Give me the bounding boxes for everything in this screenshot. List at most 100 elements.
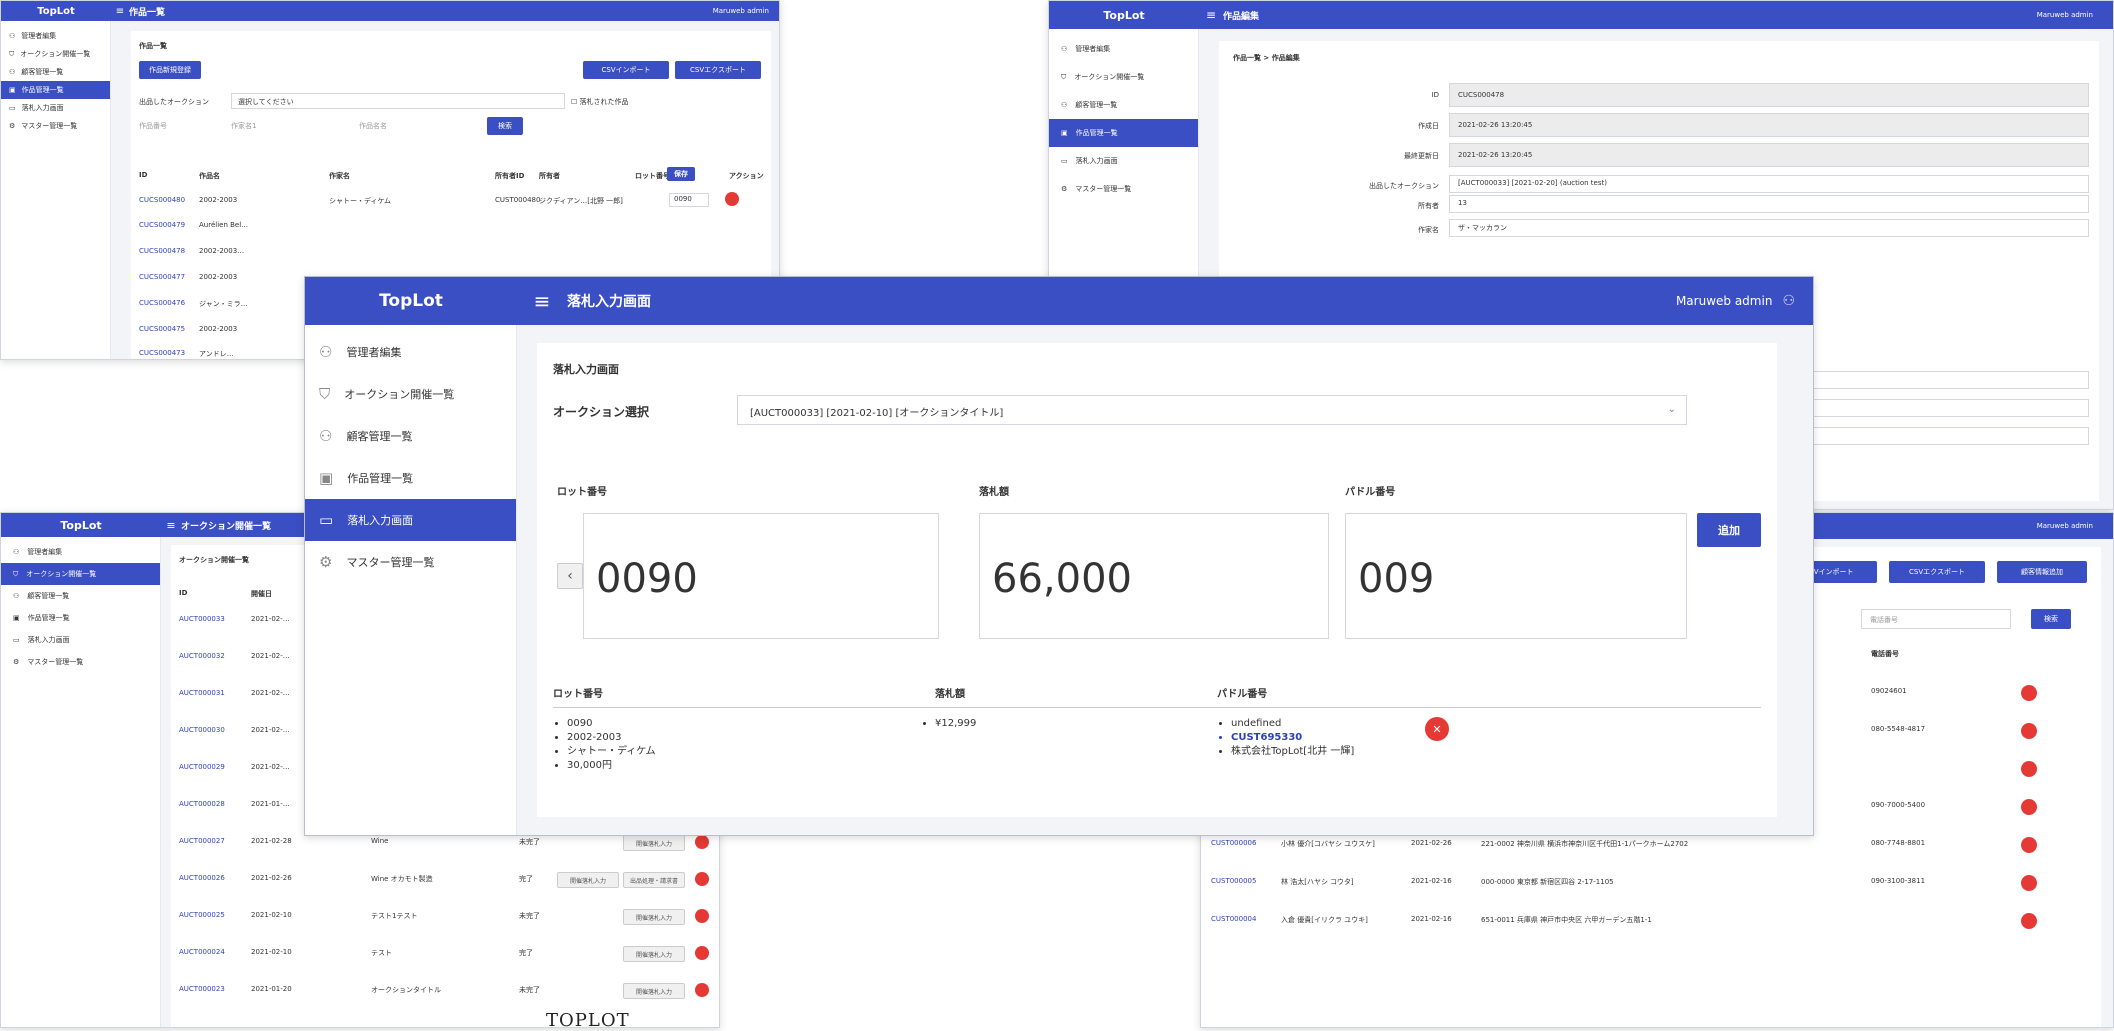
search-artist[interactable]: 作家名1 — [231, 121, 315, 131]
delete-icon[interactable] — [2021, 875, 2037, 891]
table-row[interactable]: CUCS000478 — [139, 247, 185, 255]
delete-icon[interactable] — [695, 835, 709, 849]
table-row[interactable]: CUCS000479 — [139, 221, 185, 229]
table-row[interactable]: AUCT000027 2021-02-28 Wine 未完了 開催落札入力 — [179, 835, 719, 851]
sidebar-item-customers[interactable]: ⚇ 顧客管理一覧 — [1, 63, 110, 81]
user-name[interactable]: Maruweb admin — [2037, 522, 2093, 530]
sidebar-item-items[interactable]: ▣ 作品管理一覧 — [305, 457, 516, 499]
auction-id-link[interactable]: AUCT000024 — [179, 948, 225, 956]
delete-icon[interactable] — [695, 946, 709, 960]
sidebar-item-admin[interactable]: ⚇ 管理者編集 — [305, 331, 516, 373]
auction-select[interactable]: [AUCT000033] [2021-02-10] [オークションタイトル] ⌄ — [737, 395, 1687, 425]
search-item-name[interactable]: 作品名名 — [359, 121, 443, 131]
delete-icon[interactable] — [725, 192, 739, 206]
prev-lot-button[interactable]: ‹ — [557, 563, 583, 589]
delete-icon[interactable] — [2021, 685, 2037, 701]
item-id-link[interactable]: CUCS000480 — [139, 196, 185, 204]
table-row[interactable]: CUCS000475 — [139, 325, 185, 333]
lot-number-input[interactable]: 0090 — [583, 513, 939, 639]
table-row[interactable]: CUST000005 林 浩太[ハヤシ コウタ] 2021-02-16 000-000… — [1201, 875, 2101, 893]
add-customer-button[interactable]: 顧客情報追加 — [1997, 561, 2087, 583]
delete-icon[interactable] — [2021, 799, 2037, 815]
customer-link[interactable]: CUST695330 — [1231, 731, 1354, 745]
action-button[interactable]: 開催落札入力 — [623, 835, 685, 851]
csv-export-button[interactable]: CSVエクスポート — [675, 61, 761, 79]
auction-id-link[interactable]: AUCT000031 — [179, 689, 225, 697]
owner-select[interactable]: 13 — [1449, 195, 2089, 213]
sidebar-item-master[interactable]: ⚙ マスター管理一覧 — [305, 541, 516, 583]
sold-checkbox[interactable]: ☐ 落札された作品 — [571, 97, 629, 107]
sidebar-item-items[interactable]: ▣ 作品管理一覧 — [1049, 119, 1198, 147]
delete-icon[interactable] — [695, 872, 709, 886]
price-input[interactable]: 66,000 — [979, 513, 1329, 639]
artist-select[interactable]: ザ・マッカラン — [1449, 219, 2089, 237]
auction-id-link[interactable]: AUCT000025 — [179, 911, 225, 919]
auction-id-link[interactable]: AUCT000033 — [179, 615, 225, 623]
sidebar-item-admin[interactable]: ⚇ 管理者編集 — [1049, 35, 1198, 63]
search-button[interactable]: 検索 — [2031, 609, 2071, 629]
action-button[interactable]: 開催落札入力 — [557, 872, 619, 888]
sidebar-item-auctions[interactable]: ⛉ オークション開催一覧 — [1, 563, 160, 585]
sidebar-item-items[interactable]: ▣ 作品管理一覧 — [1, 607, 160, 629]
auction-id-link[interactable]: AUCT000029 — [179, 763, 225, 771]
add-button[interactable]: 追加 — [1697, 513, 1761, 547]
auction-id-link[interactable]: AUCT000028 — [179, 800, 225, 808]
lot-number-input[interactable]: 0090 — [669, 193, 709, 207]
customer-id-link[interactable]: CUST000005 — [1211, 877, 1256, 885]
table-row[interactable]: CUST000004 入倉 優貴[イリクラ ユウキ] 2021-02-16 651-0… — [1201, 913, 2101, 931]
menu-toggle-icon[interactable]: ≡ — [517, 289, 567, 313]
menu-toggle-icon[interactable]: ≡ — [161, 519, 181, 532]
auction-id-link[interactable]: AUCT000030 — [179, 726, 225, 734]
table-row[interactable]: CUCS000476 — [139, 299, 185, 307]
search-button[interactable]: 検索 — [487, 117, 523, 135]
action-button[interactable]: 開催落札入力 — [623, 946, 685, 962]
auction-id-link[interactable]: AUCT000023 — [179, 985, 225, 993]
sidebar-item-master[interactable]: ⚙ マスター管理一覧 — [1, 117, 110, 135]
new-item-button[interactable]: 作品新規登録 — [139, 61, 201, 79]
delete-icon[interactable] — [2021, 723, 2037, 739]
table-row[interactable]: AUCT000023 2021-01-20 オークションタイトル 未完了 開催落札入力 — [179, 983, 719, 999]
sidebar-item-items[interactable]: ▣ 作品管理一覧 — [1, 81, 110, 99]
menu-toggle-icon[interactable]: ≡ — [111, 6, 129, 17]
customer-id-link[interactable]: CUST000004 — [1211, 915, 1256, 923]
delete-icon[interactable] — [2021, 837, 2037, 853]
sidebar-item-bid-entry[interactable]: ▭ 落札入力画面 — [1, 629, 160, 651]
csv-import-button[interactable]: CSVインポート — [583, 61, 669, 79]
auction-select[interactable]: [AUCT000033] [2021-02-20] (auction test) — [1449, 175, 2089, 193]
auction-id-link[interactable]: AUCT000032 — [179, 652, 225, 660]
table-row[interactable]: CUST000006 小林 優介[コバヤシ ユウスケ] 2021-02-26 221-… — [1201, 837, 2101, 855]
sidebar-item-customers[interactable]: ⚇ 顧客管理一覧 — [1049, 91, 1198, 119]
sidebar-item-master[interactable]: ⚙ マスター管理一覧 — [1049, 175, 1198, 203]
sidebar-item-auctions[interactable]: ⛉ オークション開催一覧 — [1049, 63, 1198, 91]
auction-id-link[interactable]: AUCT000027 — [179, 837, 225, 845]
sidebar-item-master[interactable]: ⚙ マスター管理一覧 — [1, 651, 160, 673]
paddle-input[interactable]: 009 — [1345, 513, 1687, 639]
delete-icon[interactable] — [2021, 913, 2037, 929]
user-icon[interactable]: ⚇ — [1782, 293, 1795, 309]
customer-id-link[interactable]: CUST000006 — [1211, 839, 1256, 847]
user-name[interactable]: Maruweb admin — [713, 7, 769, 15]
table-row[interactable]: AUCT000025 2021-02-10 テスト1テスト 未完了 開催落札入力 — [179, 909, 719, 925]
table-row[interactable]: AUCT000024 2021-02-10 テスト 完了 開催落札入力 — [179, 946, 719, 962]
table-row[interactable]: CUCS000473 — [139, 349, 185, 357]
phone-search-input[interactable]: 電話番号 — [1861, 609, 2011, 629]
delete-icon[interactable] — [695, 909, 709, 923]
sidebar-item-bid-entry[interactable]: ▭ 落札入力画面 — [305, 499, 516, 541]
action-button[interactable]: 出品処理・請求書 — [623, 872, 685, 888]
app-logo[interactable]: TopLot — [1, 1, 111, 21]
delete-icon[interactable] — [2021, 761, 2037, 777]
menu-toggle-icon[interactable]: ≡ — [1199, 8, 1223, 22]
action-button[interactable]: 開催落札入力 — [623, 983, 685, 999]
save-order-button[interactable]: 保存 — [667, 167, 695, 181]
user-name[interactable]: Maruweb admin — [1676, 294, 1772, 308]
delete-icon[interactable] — [695, 983, 709, 997]
sidebar-item-customers[interactable]: ⚇ 顧客管理一覧 — [305, 415, 516, 457]
sidebar-item-admin[interactable]: ⚇ 管理者編集 — [1, 27, 110, 45]
sidebar-item-bid-entry[interactable]: ▭ 落札入力画面 — [1049, 147, 1198, 175]
auction-filter-select[interactable]: 選択してください — [231, 93, 565, 109]
action-button[interactable]: 開催落札入力 — [623, 909, 685, 925]
table-row[interactable]: AUCT000026 2021-02-26 Wine オカモト製造 完了 開催落札入力出… — [179, 872, 719, 888]
sidebar-item-customers[interactable]: ⚇ 顧客管理一覧 — [1, 585, 160, 607]
app-logo[interactable]: TopLot — [1049, 1, 1199, 29]
sidebar-item-bid-entry[interactable]: ▭ 落札入力画面 — [1, 99, 110, 117]
